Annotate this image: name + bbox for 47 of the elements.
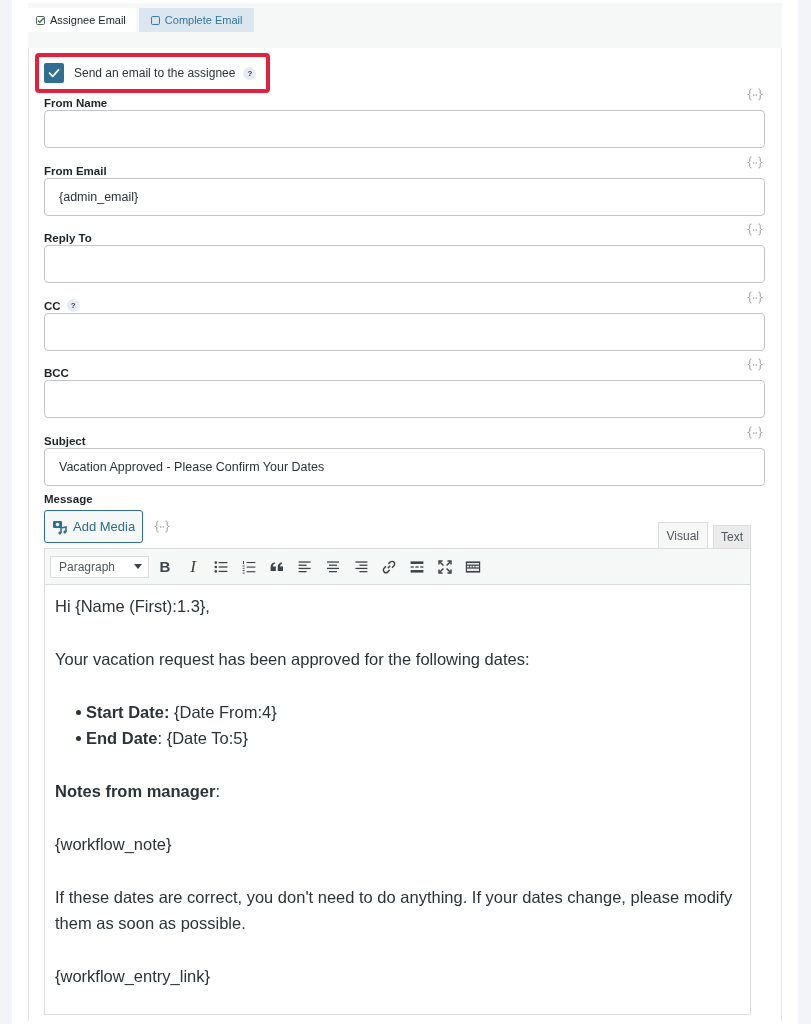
- message-paragraph: Notes from manager:: [55, 781, 222, 802]
- tab[interactable]: Complete Email: [138, 8, 255, 32]
- field-label: Reply To: [44, 232, 92, 245]
- media-icon: [52, 518, 68, 535]
- message-paragraph: Your vacation request has been approved for the following dates:: [55, 649, 531, 670]
- keyboard-icon[interactable]: [465, 558, 481, 575]
- text-field[interactable]: [44, 312, 765, 351]
- editor-tab[interactable]: Text: [713, 525, 751, 548]
- tab[interactable]: Assignee Email: [28, 8, 136, 32]
- align-center-icon[interactable]: [325, 558, 341, 575]
- bullet-icon: [76, 709, 81, 715]
- bullet-icon: [76, 735, 81, 741]
- list-item-text: End Date: {Date To:5}: [86, 728, 249, 749]
- align-right-icon[interactable]: [353, 558, 369, 575]
- message-paragraph: {workflow_note}: [55, 834, 173, 855]
- help-button[interactable]: ?: [243, 66, 257, 80]
- field-label: From Name: [44, 97, 108, 110]
- checkbox-label: Send an email to the assignee: [74, 66, 236, 80]
- numbered-list-icon[interactable]: [241, 558, 257, 575]
- list-item-text: Start Date: {Date From:4}: [86, 702, 277, 723]
- help-button[interactable]: ?: [66, 298, 80, 312]
- field-label: Message: [44, 492, 94, 506]
- add-media-button[interactable]: Add Media: [44, 510, 144, 543]
- field-label: CC: [44, 299, 61, 313]
- message-paragraph: {workflow_entry_link}: [55, 966, 211, 987]
- field-label: Subject: [44, 434, 86, 448]
- message-editor[interactable]: [44, 585, 751, 1015]
- expand-arrows-icon[interactable]: [437, 558, 453, 575]
- text-field[interactable]: [44, 380, 765, 418]
- message-paragraph: Hi {Name (First):1.3},: [55, 596, 211, 617]
- text-field[interactable]: [44, 245, 765, 283]
- bold-button[interactable]: B: [153, 554, 177, 579]
- editor-tab[interactable]: Visual: [657, 522, 708, 548]
- align-left-icon[interactable]: [297, 558, 313, 575]
- link-icon[interactable]: [381, 558, 397, 575]
- message-paragraph: If these dates are correct, you don't need to do anything. If your dates change, please modify them as soon as possible.: [55, 887, 734, 934]
- dashed-divider-icon[interactable]: [409, 558, 425, 575]
- field-label: BCC: [44, 367, 69, 380]
- caret-icon: [134, 564, 142, 569]
- text-field[interactable]: [44, 110, 765, 148]
- bullet-list-icon[interactable]: [213, 558, 229, 575]
- field-label: From Email: [44, 164, 107, 178]
- text-field[interactable]: Vacation Approved - Please Confirm Your Dates: [44, 447, 765, 486]
- italic-button[interactable]: I: [181, 554, 205, 579]
- text-field[interactable]: {admin_email}: [44, 177, 765, 216]
- checkbox[interactable]: [44, 63, 64, 83]
- format-dropdown[interactable]: Paragraph: [50, 555, 149, 578]
